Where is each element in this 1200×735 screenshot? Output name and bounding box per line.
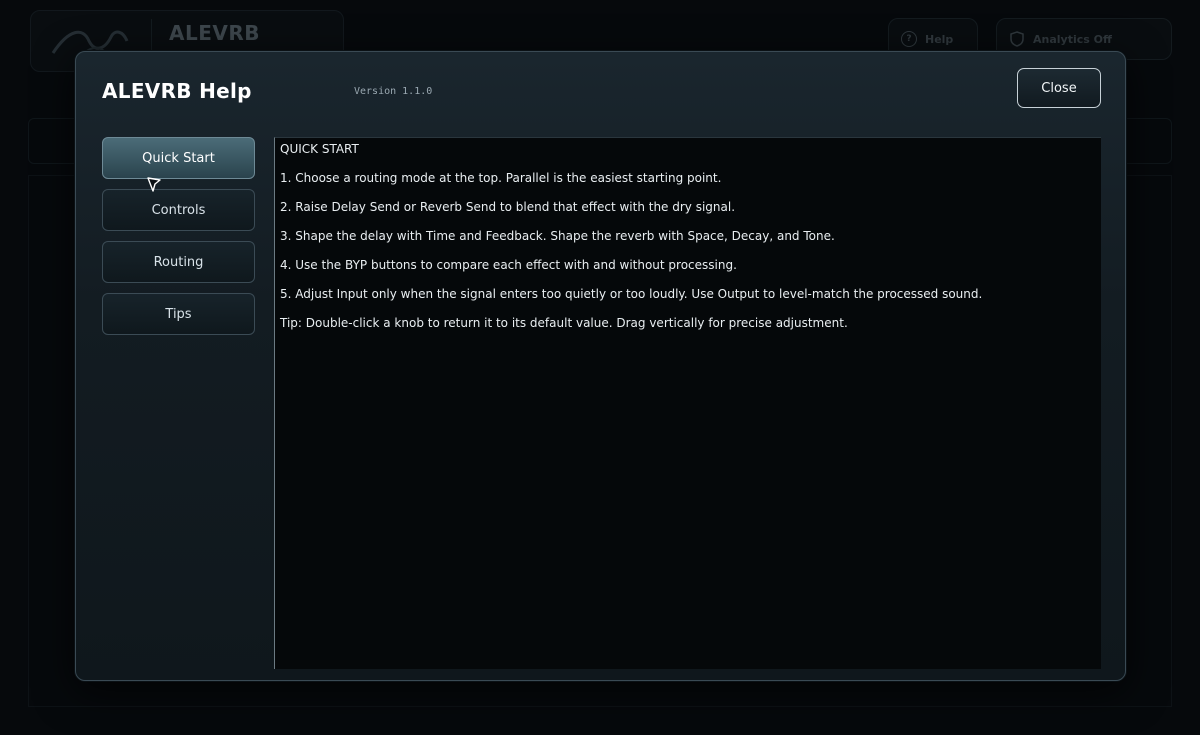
nav-routing[interactable]: Routing	[102, 241, 255, 283]
content-line: 3. Shape the delay with Time and Feedbac…	[280, 229, 835, 243]
close-button[interactable]: Close	[1017, 68, 1101, 108]
help-dialog: ALEVRB Help Version 1.1.0 Close Quick St…	[75, 51, 1126, 681]
content-line: 1. Choose a routing mode at the top. Par…	[280, 171, 722, 185]
content-line: 5. Adjust Input only when the signal ent…	[280, 287, 983, 301]
nav-quick-start[interactable]: Quick Start	[102, 137, 255, 179]
help-content: QUICK START 1. Choose a routing mode at …	[274, 137, 1101, 669]
version-label: Version 1.1.0	[354, 86, 433, 97]
content-heading: QUICK START	[280, 142, 359, 156]
content-tip: Tip: Double-click a knob to return it to…	[280, 316, 848, 330]
content-line: 2. Raise Delay Send or Reverb Send to bl…	[280, 200, 736, 214]
nav-controls[interactable]: Controls	[102, 189, 255, 231]
mouse-pointer-icon	[147, 177, 161, 192]
dialog-title: ALEVRB Help	[102, 79, 252, 103]
nav-tips[interactable]: Tips	[102, 293, 255, 335]
content-line: 4. Use the BYP buttons to compare each e…	[280, 258, 737, 272]
